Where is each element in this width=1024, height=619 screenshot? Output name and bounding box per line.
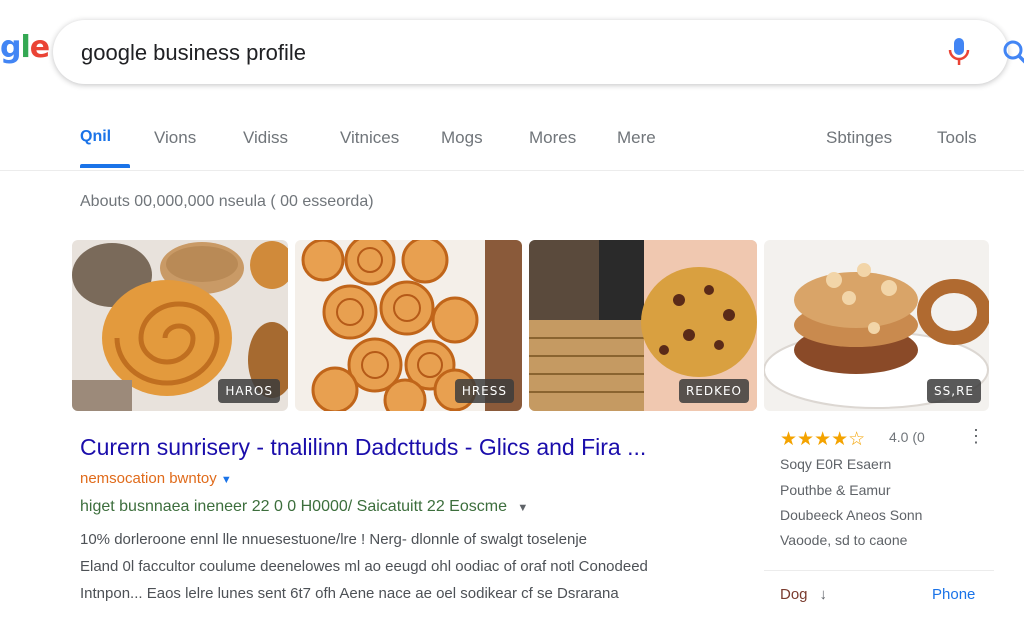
business-info-line: Vaoode, sd to caone xyxy=(780,532,908,548)
dropdown-arrow-icon[interactable]: ▼ xyxy=(221,474,232,486)
image-label: HRESS xyxy=(454,379,514,403)
dropdown-arrow-icon[interactable]: ▼ xyxy=(517,502,528,514)
result-stats: Abouts 00,000,000 nseula ( 00 esseorda) xyxy=(80,193,374,210)
image-label: HAROS xyxy=(218,379,280,403)
result-snippet-line: Eland 0l faccultor coulume deenelowes ml… xyxy=(80,558,648,575)
active-tab-indicator xyxy=(80,164,130,168)
tab-all[interactable]: Qnil xyxy=(80,128,111,146)
search-input[interactable] xyxy=(79,35,863,71)
download-arrow-icon: ↓ xyxy=(819,586,828,603)
tab-4[interactable]: Vitnices xyxy=(340,128,399,148)
image-tile[interactable]: HRESS xyxy=(295,240,522,411)
image-label: REDKEO xyxy=(678,379,749,403)
directions-label: Dog xyxy=(780,586,808,603)
tab-tools[interactable]: Tools xyxy=(937,128,977,148)
result-snippet-line: Intnpon... Eaos lelre lunes sent 6t7 ofh… xyxy=(80,585,619,602)
result-snippet-line: 10% dorleroone ennl lle nnuesestuone/lre… xyxy=(80,531,587,548)
tab-6[interactable]: Mores xyxy=(529,128,576,148)
search-bar xyxy=(53,20,1024,84)
more-options-icon[interactable]: ⋮ xyxy=(967,426,985,446)
directions-button[interactable]: Dog ↓ xyxy=(780,586,827,603)
business-info-line: Soqy E0R Esaern xyxy=(780,456,892,472)
google-logo[interactable]: gle xyxy=(0,30,50,65)
tab-5[interactable]: Mogs xyxy=(441,128,483,148)
image-tile[interactable]: SS,RE xyxy=(764,240,989,411)
result-title-link[interactable]: Curern sunrisery - tnalilinn Dadcttuds -… xyxy=(80,434,646,461)
result-url-text: higet busnnaea ineneer 22 0 0 H0000/ Sai… xyxy=(80,498,507,515)
search-icon[interactable] xyxy=(1001,38,1024,68)
tab-2[interactable]: Vions xyxy=(154,128,196,148)
business-info-line: Pouthbe & Eamur xyxy=(780,482,891,498)
divider xyxy=(764,570,994,571)
microphone-icon[interactable] xyxy=(946,36,972,68)
tab-settings[interactable]: Sbtinges xyxy=(826,128,892,148)
result-subline-text: nemsocation bwntoy xyxy=(80,470,217,487)
rating-count: 4.0 (0 xyxy=(889,429,925,445)
rating-stars-icon: ★★★★☆ xyxy=(780,429,866,450)
result-url[interactable]: higet busnnaea ineneer 22 0 0 H0000/ Sai… xyxy=(80,498,528,516)
tab-3[interactable]: Vidiss xyxy=(243,128,288,148)
image-label: SS,RE xyxy=(927,379,981,403)
image-tile[interactable]: REDKEO xyxy=(529,240,757,411)
search-tabs: Qnil Vions Vidiss Vitnices Mogs Mores Me… xyxy=(0,116,1024,171)
business-side-panel: ★★★★☆ 4.0 (0 ⋮ Soqy E0R Esaern Pouthbe &… xyxy=(764,420,1004,610)
image-tile[interactable]: HAROS xyxy=(72,240,288,411)
phone-button[interactable]: Phone xyxy=(932,586,975,603)
result-subline[interactable]: nemsocation bwntoy ▼ xyxy=(80,470,232,487)
tab-7[interactable]: Mere xyxy=(617,128,656,148)
business-info-line: Doubeeck Aneos Sonn xyxy=(780,507,923,523)
